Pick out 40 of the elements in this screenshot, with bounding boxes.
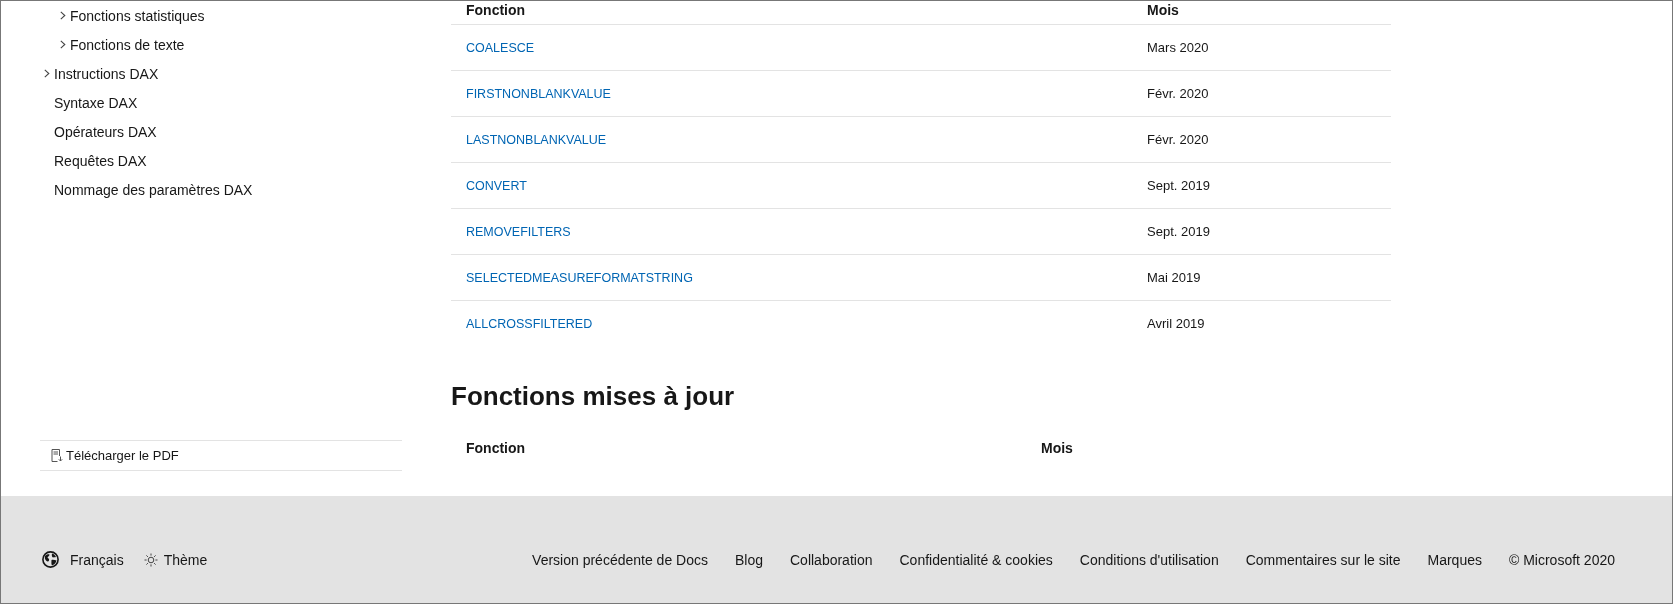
function-link[interactable]: COALESCE xyxy=(466,41,535,55)
copyright-text: © Microsoft 2020 xyxy=(1508,551,1615,568)
month-text: Mars 2020 xyxy=(1147,40,1209,55)
download-pdf-link[interactable]: Télécharger le PDF xyxy=(51,448,179,463)
function-link[interactable]: ALLCROSSFILTERED xyxy=(466,317,593,331)
column-header: Mois xyxy=(1040,438,1074,458)
footer-link[interactable]: Confidentialité & cookies xyxy=(899,551,1053,568)
month-text: Avril 2019 xyxy=(1147,316,1205,331)
sidebar-item[interactable]: Fonctions statistiques xyxy=(60,7,205,24)
footer-link[interactable]: Marques xyxy=(1427,551,1482,568)
function-link[interactable]: CONVERT xyxy=(466,179,527,193)
sidebar-item[interactable]: Nommage des paramètres DAX xyxy=(54,181,253,198)
month-text: Févr. 2020 xyxy=(1147,86,1209,101)
month-text: Févr. 2020 xyxy=(1147,132,1209,147)
sidebar-item[interactable]: Syntaxe DAX xyxy=(54,94,138,111)
document-download-icon xyxy=(51,449,63,462)
sidebar-item[interactable]: Opérateurs DAX xyxy=(54,123,157,140)
footer-link[interactable]: Conditions d'utilisation xyxy=(1079,551,1219,568)
sun-icon xyxy=(143,552,158,567)
footer-link[interactable]: Commentaires sur le site xyxy=(1245,551,1401,568)
month-text: Mai 2019 xyxy=(1147,270,1201,285)
column-header: Fonction xyxy=(451,1,1132,24)
sidebar-item[interactable]: Fonctions de texte xyxy=(60,36,185,53)
function-link[interactable]: REMOVEFILTERS xyxy=(466,225,571,239)
month-text: Sept. 2019 xyxy=(1147,224,1210,239)
globe-icon xyxy=(42,551,59,568)
footer-link[interactable]: Collaboration xyxy=(790,551,873,568)
sidebar-item[interactable]: Requêtes DAX xyxy=(54,152,147,169)
function-link[interactable]: FIRSTNONBLANKVALUE xyxy=(466,87,611,101)
function-link[interactable]: SELECTEDMEASUREFORMATSTRING xyxy=(466,271,693,285)
theme-button[interactable]: Thème xyxy=(143,551,208,568)
footer-link[interactable]: Version précédente de Docs xyxy=(532,551,708,568)
section-heading: Fonctions mises à jour xyxy=(451,379,736,413)
footer-link[interactable]: Blog xyxy=(734,551,763,568)
month-text: Sept. 2019 xyxy=(1147,178,1210,193)
sidebar-item[interactable]: Instructions DAX xyxy=(44,65,159,82)
column-header: Fonction xyxy=(465,438,527,458)
column-header: Mois xyxy=(1132,1,1391,24)
function-link[interactable]: LASTNONBLANKVALUE xyxy=(466,133,607,147)
language-selector[interactable]: Français xyxy=(42,551,124,568)
